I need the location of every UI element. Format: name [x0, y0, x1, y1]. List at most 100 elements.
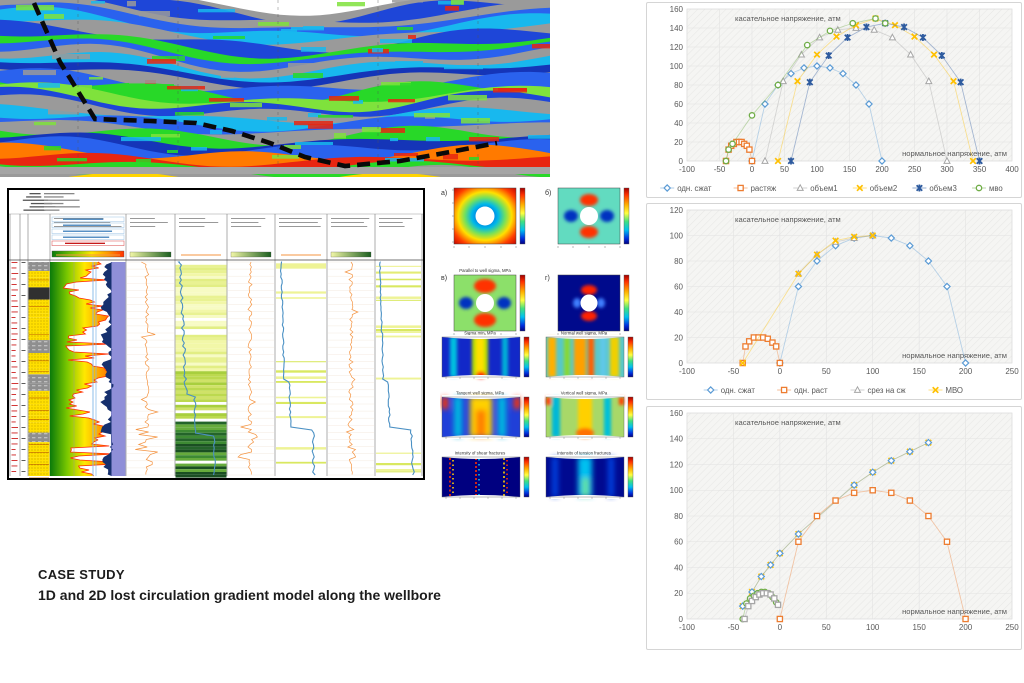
- svg-text:объем3: объем3: [929, 184, 956, 193]
- svg-text:50: 50: [822, 367, 831, 376]
- heatmap-title: Tangent well sigma, MPa: [456, 391, 504, 396]
- svg-text:60: 60: [674, 538, 683, 547]
- svg-text:20: 20: [674, 589, 683, 598]
- svg-text:срез на сж: срез на сж: [868, 386, 907, 395]
- colorbar: [624, 275, 629, 331]
- colorbar: [524, 337, 529, 377]
- svg-text:0: 0: [778, 623, 783, 632]
- stress-plot-g-label: г): [545, 275, 550, 282]
- heatmap-tangent-sigma: Tangent well sigma, MPa: [440, 390, 536, 447]
- heatmap-normal-sigma: Normal well sigma, MPa: [544, 330, 640, 387]
- svg-text:140: 140: [670, 435, 684, 444]
- slide-canvas: а) б): [0, 0, 1024, 683]
- svg-text:0: 0: [750, 165, 755, 174]
- svg-text:100: 100: [670, 486, 684, 495]
- svg-text:60: 60: [674, 282, 683, 291]
- svg-text:100: 100: [670, 231, 684, 240]
- heatmap-tension-fractures: Intensity of tension fractures: [544, 450, 640, 507]
- mohr-chart-3-svg: -100-50050100150200250020406080100120140…: [647, 407, 1021, 649]
- svg-text:120: 120: [670, 43, 684, 52]
- stress-plot-b: б): [544, 186, 640, 263]
- wellbore-stress-plots: а) б): [440, 186, 640, 350]
- svg-text:100: 100: [810, 165, 824, 174]
- caption-subtitle: 1D and 2D lost circulation gradient mode…: [38, 585, 441, 605]
- colorbar: [520, 275, 525, 331]
- svg-text:одн. раст: одн. раст: [794, 386, 828, 395]
- svg-text:150: 150: [912, 367, 926, 376]
- svg-text:250: 250: [1005, 623, 1019, 632]
- svg-text:20: 20: [674, 333, 683, 342]
- svg-text:нормальное напряжение, атм: нормальное напряжение, атм: [902, 351, 1007, 360]
- svg-text:40: 40: [674, 308, 683, 317]
- svg-text:касательное напряжение, атм: касательное напряжение, атм: [735, 215, 841, 224]
- svg-text:объем2: объем2: [870, 184, 897, 193]
- svg-text:400: 400: [1005, 165, 1019, 174]
- mohr-chart-uniaxial-tests: -100-50050100150200250020406080100120кас…: [646, 203, 1022, 400]
- mohr-chart-volume-tests: -100-50050100150200250300350400020406080…: [646, 2, 1022, 198]
- svg-text:одн. сжат: одн. сжат: [677, 184, 712, 193]
- heatmap-title: Intensity of tension fractures: [557, 451, 611, 456]
- svg-text:0: 0: [679, 359, 684, 368]
- svg-text:одн. сжат: одн. сжат: [721, 386, 756, 395]
- svg-text:350: 350: [973, 165, 987, 174]
- colorbar: [628, 337, 633, 377]
- svg-text:0: 0: [778, 367, 783, 376]
- svg-text:160: 160: [670, 409, 684, 418]
- svg-text:50: 50: [822, 623, 831, 632]
- stress-heatmaps: Sigma min, MPa Normal well sigma, MPa: [440, 330, 640, 507]
- heatmap-title: Normal well sigma, MPa: [561, 331, 608, 336]
- svg-text:200: 200: [959, 367, 973, 376]
- svg-text:нормальное напряжение, атм: нормальное напряжение, атм: [902, 149, 1007, 158]
- svg-text:140: 140: [670, 24, 684, 33]
- colorbar: [628, 397, 633, 437]
- heatmap-sigma-min: Sigma min, MPa: [440, 330, 536, 387]
- svg-text:300: 300: [940, 165, 954, 174]
- svg-text:150: 150: [843, 165, 857, 174]
- heatmap-vertical-sigma: Vertical well sigma, MPa: [544, 390, 640, 447]
- svg-text:-100: -100: [679, 367, 696, 376]
- svg-text:40: 40: [674, 563, 683, 572]
- svg-text:нормальное напряжение, атм: нормальное напряжение, атм: [902, 607, 1007, 616]
- stress-plot-a-label: а): [441, 190, 447, 197]
- svg-text:40: 40: [674, 119, 683, 128]
- mohr-chart-envelope: -100-50050100150200250020406080100120140…: [646, 406, 1022, 650]
- svg-text:100: 100: [866, 623, 880, 632]
- svg-text:50: 50: [780, 165, 789, 174]
- stress-plot-v-label: в): [441, 275, 447, 282]
- svg-text:250: 250: [908, 165, 922, 174]
- well-log-svg: [7, 188, 425, 480]
- svg-text:касательное напряжение, атм: касательное напряжение, атм: [735, 14, 841, 23]
- svg-text:20: 20: [674, 138, 683, 147]
- case-study-caption: CASE STUDY 1D and 2D lost circulation gr…: [38, 566, 441, 605]
- svg-text:-50: -50: [728, 367, 740, 376]
- stress-plot-a: а): [440, 186, 536, 263]
- svg-text:-50: -50: [728, 623, 740, 632]
- stress-plot-v-title: Parallel to well sigma, MPa: [459, 268, 511, 273]
- heatmap-title: Sigma min, MPa: [464, 331, 496, 336]
- svg-text:100: 100: [866, 367, 880, 376]
- svg-text:120: 120: [670, 206, 684, 215]
- svg-text:80: 80: [674, 81, 683, 90]
- svg-text:мво: мво: [989, 184, 1003, 193]
- well-log-composite: [7, 188, 425, 480]
- svg-text:-100: -100: [679, 165, 696, 174]
- colorbar: [624, 188, 629, 244]
- svg-text:-50: -50: [714, 165, 726, 174]
- mohr-chart-1-svg: -100-50050100150200250300350400020406080…: [647, 3, 1021, 197]
- heatmap-title: Vertical well sigma, MPa: [561, 391, 608, 396]
- mohr-chart-2-svg: -100-50050100150200250020406080100120кас…: [647, 204, 1021, 399]
- caption-title: CASE STUDY: [38, 566, 441, 585]
- svg-text:250: 250: [1005, 367, 1019, 376]
- svg-text:объем1: объем1: [810, 184, 837, 193]
- svg-text:0: 0: [679, 615, 684, 624]
- colorbar: [524, 457, 529, 497]
- heatmap-title: Intensity of shear fractures: [455, 451, 506, 456]
- svg-text:-100: -100: [679, 623, 696, 632]
- svg-text:150: 150: [912, 623, 926, 632]
- colorbar: [628, 457, 633, 497]
- svg-text:касательное напряжение, атм: касательное напряжение, атм: [735, 418, 841, 427]
- svg-text:80: 80: [674, 512, 683, 521]
- svg-text:200: 200: [959, 623, 973, 632]
- svg-text:растяж: растяж: [751, 184, 777, 193]
- colorbar: [520, 188, 525, 244]
